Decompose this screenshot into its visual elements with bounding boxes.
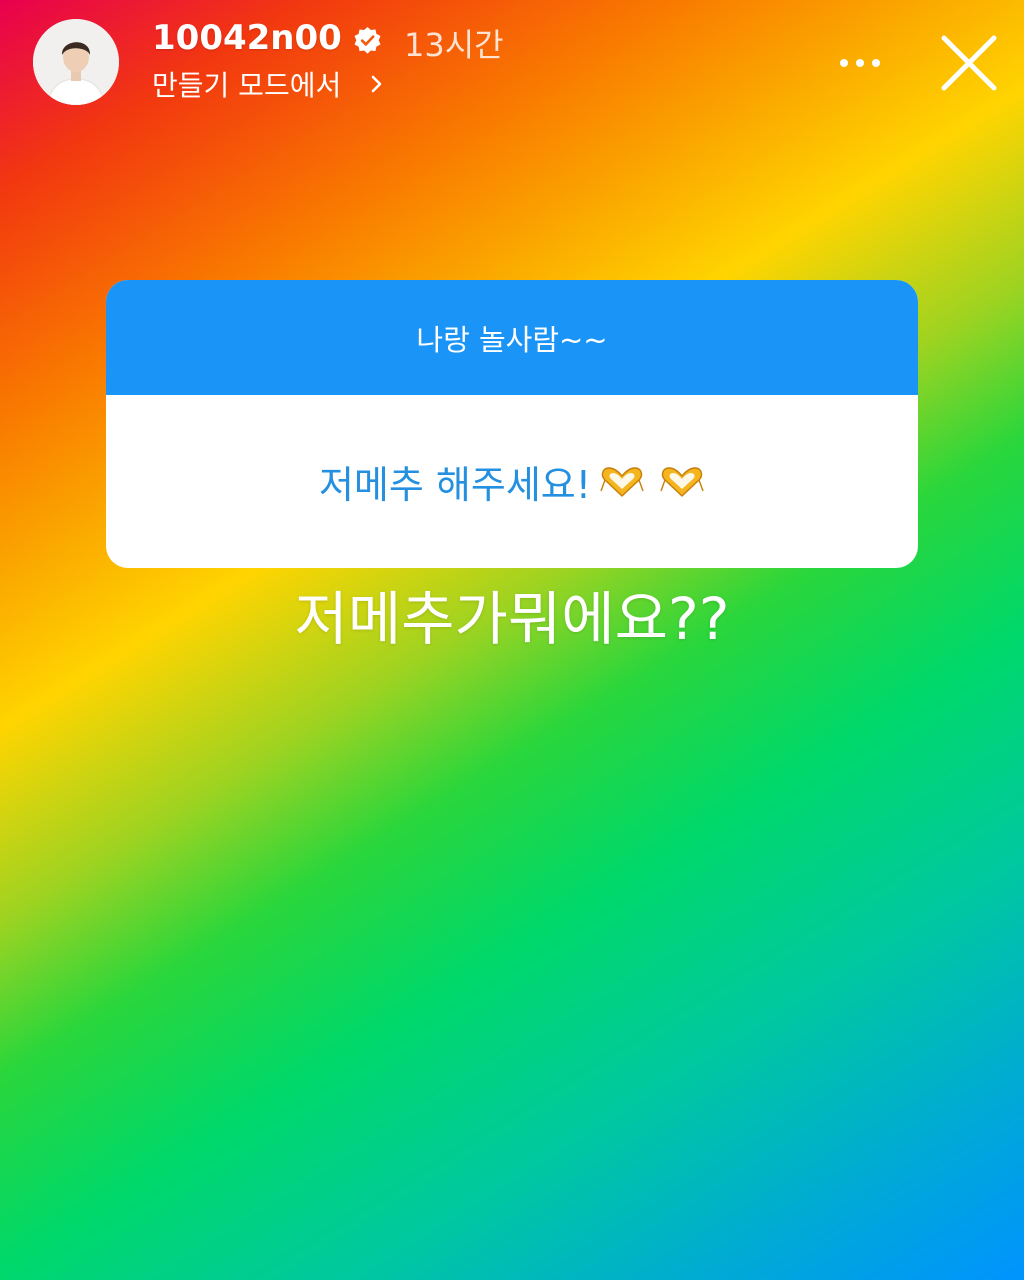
verified-badge-icon: [354, 26, 381, 54]
more-dot: [856, 59, 864, 67]
heart-hands-emoji: [660, 466, 704, 497]
heart-hands-emoji: [600, 466, 644, 497]
chevron-right-icon[interactable]: [370, 74, 384, 94]
sticker-answer-line: 저메추 해주세요!: [319, 454, 705, 509]
post-time: 13시간: [404, 26, 504, 64]
profile-photo: [33, 19, 119, 105]
sticker-answer-area: 저메추 해주세요!: [106, 395, 918, 568]
more-dot: [872, 59, 880, 67]
sticker-answer: 저메추 해주세요!: [318, 463, 592, 507]
sticker-question: 나랑 놀사람~~: [416, 322, 608, 357]
sticker-question-header: 나랑 놀사람~~: [106, 280, 918, 395]
create-mode-link[interactable]: 만들기 모드에서: [152, 64, 341, 104]
username[interactable]: 10042n00: [152, 18, 342, 58]
more-options-icon[interactable]: [832, 46, 888, 80]
story-caption: 저메추가뭐에요??: [294, 585, 730, 653]
close-icon[interactable]: [936, 30, 1002, 96]
avatar[interactable]: [33, 19, 119, 105]
more-dot: [840, 59, 848, 67]
question-sticker[interactable]: 나랑 놀사람~~ 저메추 해주세요!: [106, 280, 918, 568]
